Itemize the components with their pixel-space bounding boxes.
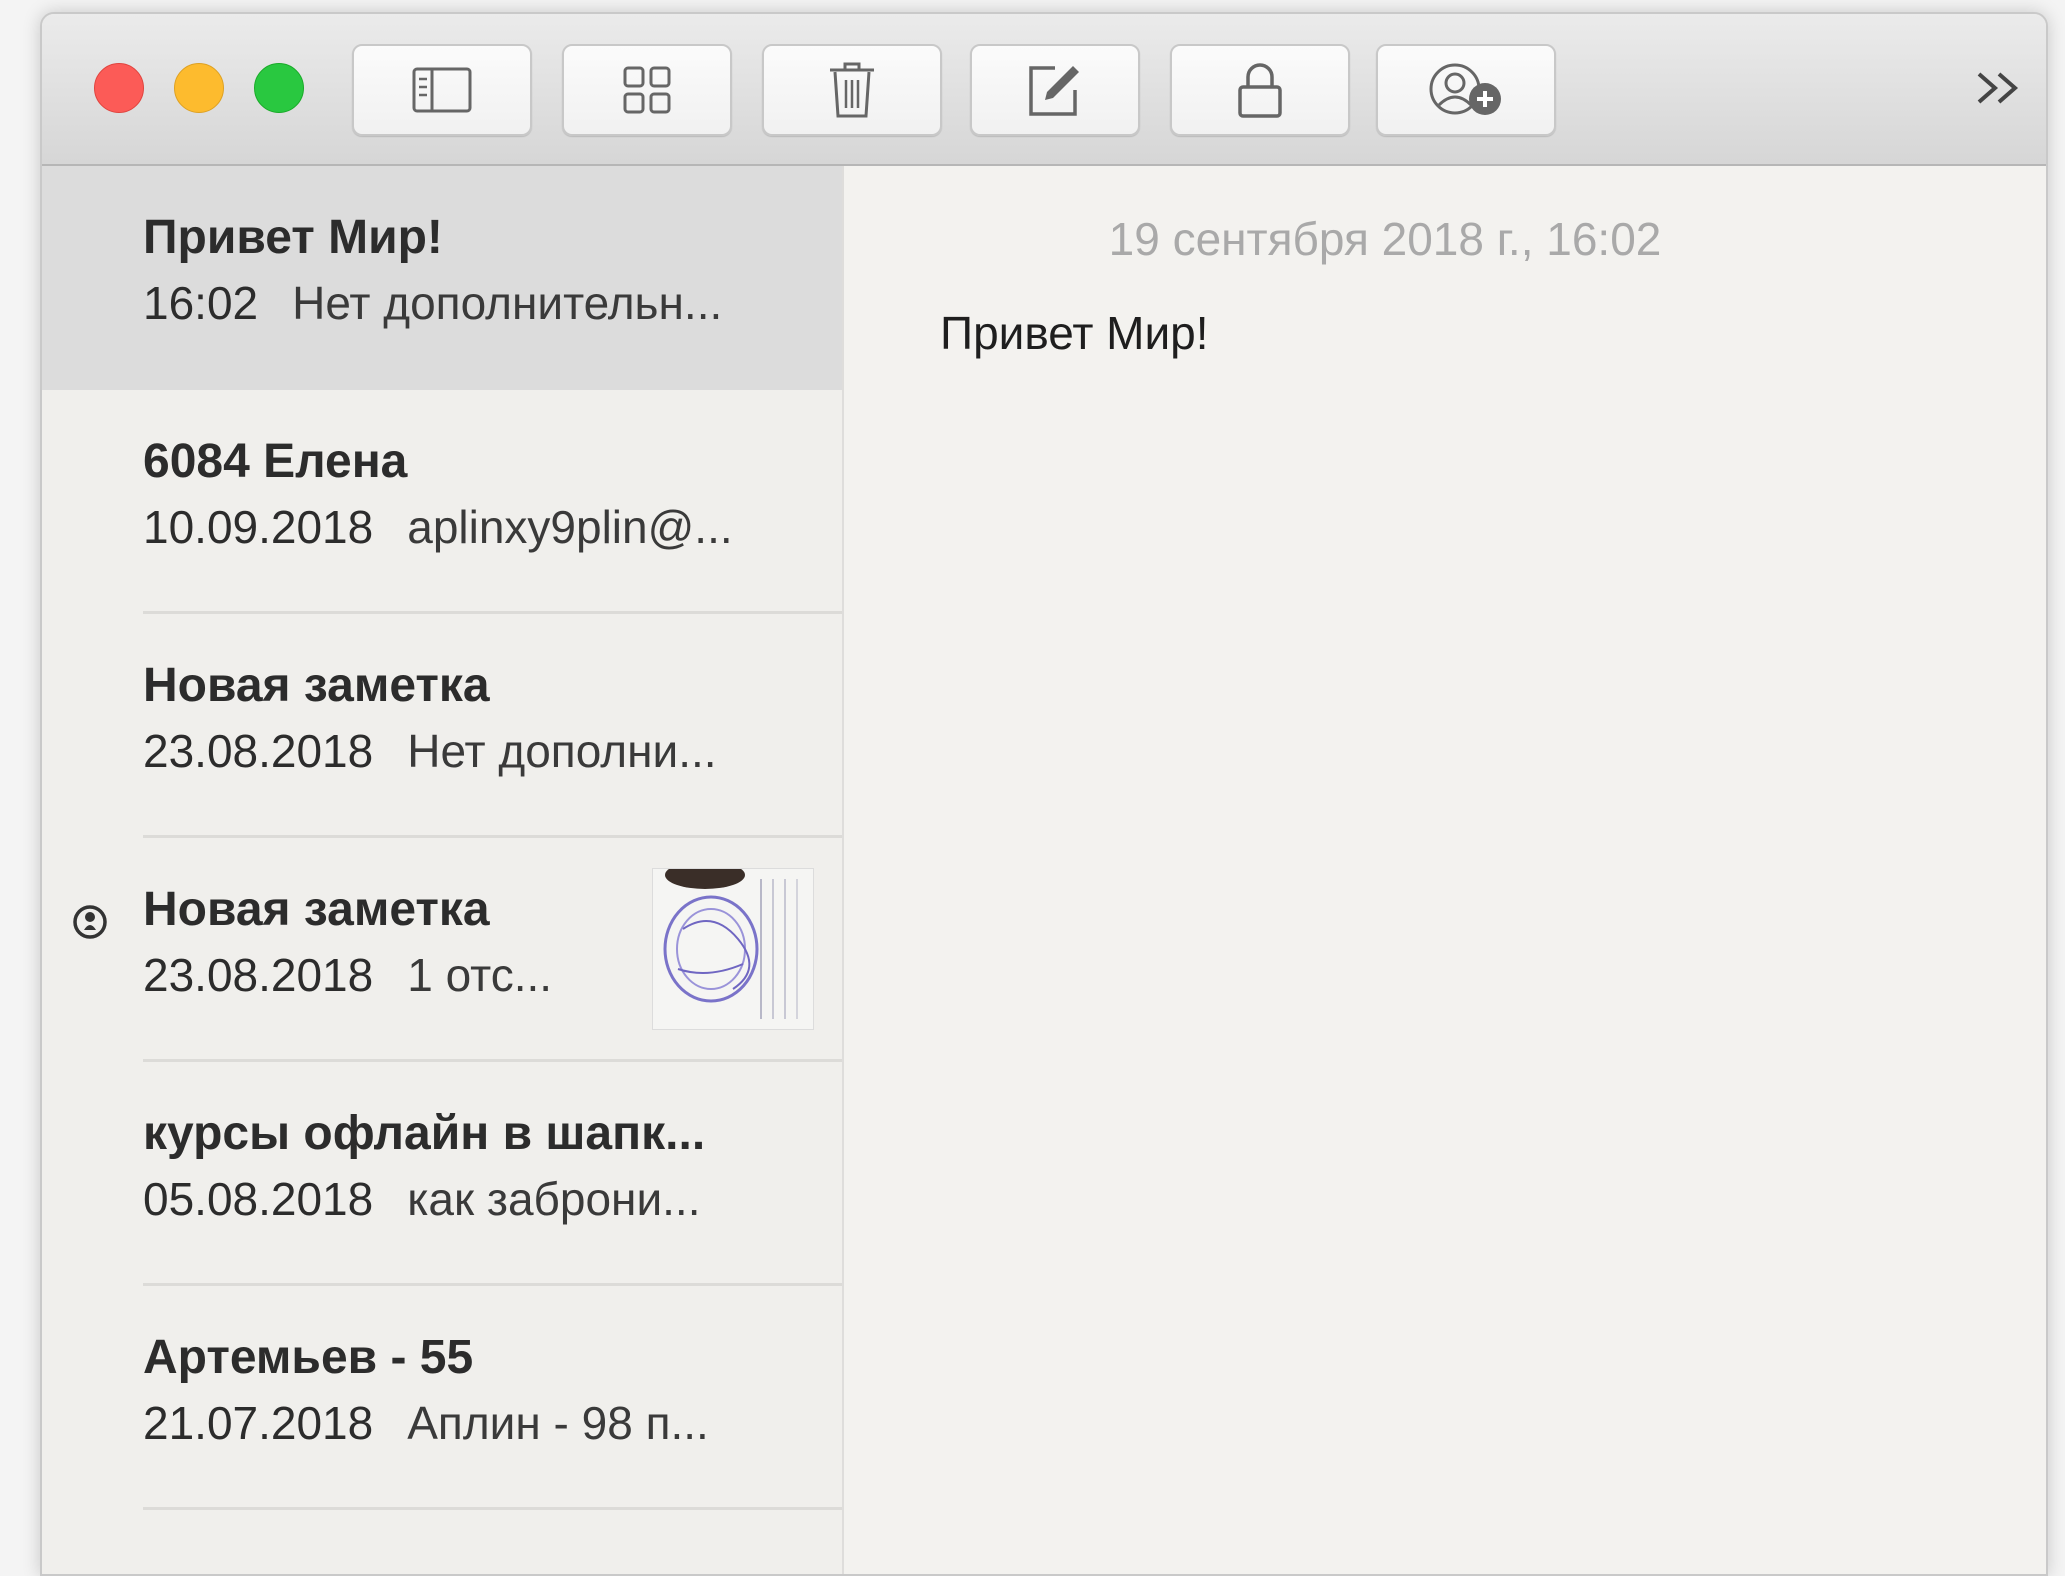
close-window-button[interactable] [94,63,144,113]
note-date: 10.09.2018 [143,501,374,553]
note-subtitle: 23.08.2018 1 отс... [143,948,552,1002]
chevron-double-right-icon [1973,68,2023,113]
note-title: 6084 Елена [143,435,408,488]
note-title: курсы офлайн в шапк... [143,1107,706,1160]
note-list-item[interactable]: Привет Мир! 16:02 Нет дополнительн... [42,166,842,390]
note-preview: aplinxy9plin@... [407,501,733,553]
add-people-icon [1423,61,1509,119]
divider [143,1507,842,1510]
note-title: Привет Мир! [143,211,443,264]
note-list-item[interactable]: Новая заметка 23.08.2018 Нет дополни... [42,614,842,838]
note-list-item[interactable]: Новая заметка 23.08.2018 1 отс... [42,838,842,1062]
note-body-text[interactable]: Привет Мир! [940,306,1209,360]
note-date: 23.08.2018 [143,725,374,777]
toggle-sidebar-button[interactable] [352,44,532,136]
note-list-item[interactable]: 6084 Елена 10.09.2018 aplinxy9plin@... [42,390,842,614]
notes-list: Привет Мир! 16:02 Нет дополнительн... 608… [42,166,844,1574]
shared-note-icon [72,904,108,945]
add-people-button[interactable] [1376,44,1556,136]
sidebar-toggle-icon [412,67,472,113]
note-date: 16:02 [143,277,259,329]
note-preview: Нет дополнительн... [292,277,723,329]
note-date: 21.07.2018 [143,1397,374,1449]
note-attachment-thumbnail [652,868,814,1030]
lock-icon [1237,61,1283,119]
minimize-window-button[interactable] [174,63,224,113]
note-subtitle: 05.08.2018 как заброни... [143,1172,700,1226]
note-date: 23.08.2018 [143,949,374,1001]
notes-window: Привет Мир! 16:02 Нет дополнительн... 608… [40,12,2048,1576]
delete-note-button[interactable] [762,44,942,136]
trash-icon [827,60,877,120]
toolbar-overflow-button[interactable] [1970,62,2026,118]
compose-icon [1025,60,1085,120]
grid-view-icon [622,65,672,115]
note-date: 05.08.2018 [143,1173,374,1225]
note-preview: как заброни... [407,1173,701,1225]
note-subtitle: 16:02 Нет дополнительн... [143,276,722,330]
note-editor[interactable]: 19 сентября 2018 г., 16:02 Привет Мир! [844,166,2046,1574]
note-preview: 1 отс... [407,949,553,1001]
note-title: Новая заметка [143,883,490,936]
gallery-view-button[interactable] [562,44,732,136]
note-subtitle: 21.07.2018 Аплин - 98 п... [143,1396,709,1450]
note-title: Артемьев - 55 [143,1331,474,1384]
note-preview: Нет дополни... [407,725,717,777]
note-subtitle: 10.09.2018 aplinxy9plin@... [143,500,733,554]
note-subtitle: 23.08.2018 Нет дополни... [143,724,717,778]
note-list-item[interactable]: Артемьев - 55 21.07.2018 Аплин - 98 п... [42,1286,842,1510]
new-note-button[interactable] [970,44,1140,136]
note-preview: Аплин - 98 п... [407,1397,709,1449]
note-title: Новая заметка [143,659,490,712]
note-list-item[interactable]: курсы офлайн в шапк... 05.08.2018 как заб… [42,1062,842,1286]
zoom-window-button[interactable] [254,63,304,113]
lock-note-button[interactable] [1170,44,1350,136]
toolbar [42,14,2046,166]
note-timestamp: 19 сентября 2018 г., 16:02 [1108,213,1662,265]
